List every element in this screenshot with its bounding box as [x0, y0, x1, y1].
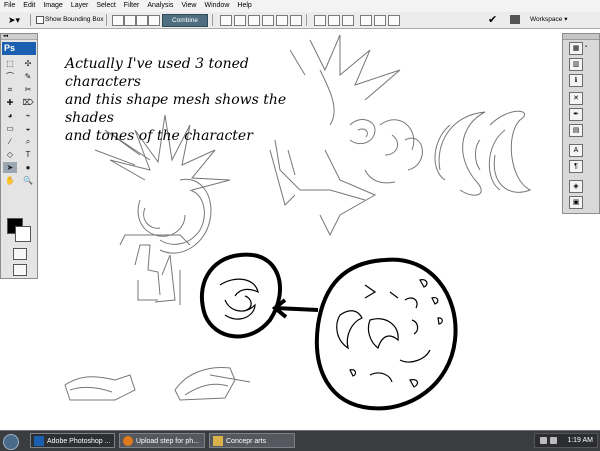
marquee-tool-icon[interactable]: ⬚ [3, 58, 17, 69]
slice-tool-icon[interactable]: ✂ [21, 84, 35, 95]
separator [306, 14, 307, 26]
annotation-line-1: Actually I've used 3 toned characters [65, 56, 249, 90]
system-tray: 1:19 AM [534, 433, 598, 448]
histogram-panel-icon[interactable]: ▥ [569, 58, 583, 71]
menu-image[interactable]: Image [39, 0, 66, 12]
channels-panel-icon[interactable]: ▣ [569, 196, 583, 209]
menu-file[interactable]: File [0, 0, 19, 12]
panel-grip[interactable]: ◂◂ [1, 34, 37, 40]
align-middle-icon[interactable] [234, 15, 246, 26]
show-bounding-box-label: Show Bounding Box [45, 16, 104, 23]
menu-layer[interactable]: Layer [67, 0, 93, 12]
background-color-swatch[interactable] [15, 226, 31, 242]
commit-check-icon[interactable]: ✔ [488, 12, 497, 28]
align-center-icon[interactable] [276, 15, 288, 26]
distribute-left-icon[interactable] [360, 15, 372, 26]
distribute-middle-icon[interactable] [328, 15, 340, 26]
brushes-panel-icon[interactable]: ✒ [569, 108, 583, 121]
menu-edit[interactable]: Edit [19, 0, 39, 12]
character-panel-icon[interactable]: A [569, 144, 583, 157]
clone-stamp-tool-icon[interactable]: ◕ [3, 110, 17, 121]
clone-source-panel-icon[interactable]: ▤ [569, 124, 583, 137]
gradient-tool-icon[interactable]: ◒ [21, 123, 35, 134]
folder-icon [213, 436, 223, 446]
tool-preset-icon[interactable]: ➤▾ [8, 14, 24, 26]
menu-help[interactable]: Help [233, 0, 255, 12]
menu-select[interactable]: Select [92, 0, 119, 12]
show-bounding-box-checkbox[interactable] [36, 16, 44, 24]
distribute-center-icon[interactable] [374, 15, 386, 26]
layers-panel-icon[interactable]: ◈ [569, 180, 583, 193]
distribute-bottom-icon[interactable] [342, 15, 354, 26]
taskbar-item-browser[interactable]: Upload step for ph... [119, 433, 205, 448]
workspace-icon[interactable] [510, 15, 520, 24]
dodge-tool-icon[interactable]: ⌕ [21, 136, 35, 147]
tool-grid: ⬚ ✣ ⌒ ✎ ⌗ ✂ ✚ ⌦ ◕ ⌁ ▭ ◒ ∕ ⌕ ◇ T ➤ ● ✋ 🔍 [1, 57, 37, 187]
photoshop-icon [34, 436, 44, 446]
paragraph-panel-icon[interactable]: ¶ [569, 160, 583, 173]
shape-mode-subtract-icon[interactable] [136, 15, 148, 26]
clock: 1:19 AM [567, 437, 593, 444]
shape-mode-intersect-icon[interactable] [148, 15, 160, 26]
history-brush-tool-icon[interactable]: ⌁ [21, 110, 35, 121]
zoom-tool-icon[interactable]: 🔍 [21, 175, 35, 186]
healing-brush-tool-icon[interactable]: ✚ [3, 97, 17, 108]
taskbar-item-folder[interactable]: Concepr arts [209, 433, 295, 448]
menu-analysis[interactable]: Analysis [143, 0, 177, 12]
panel-grip[interactable] [563, 34, 599, 40]
align-left-icon[interactable] [262, 15, 274, 26]
type-tool-icon[interactable]: T [21, 149, 35, 160]
taskbar-item-photoshop[interactable]: Adobe Photoshop ... [30, 433, 115, 448]
menu-filter[interactable]: Filter [120, 0, 144, 12]
lasso-tool-icon[interactable]: ⌒ [3, 71, 17, 82]
distribute-right-icon[interactable] [388, 15, 400, 26]
start-button[interactable] [3, 434, 19, 450]
menu-window[interactable]: Window [200, 0, 233, 12]
blur-tool-icon[interactable]: ∕ [3, 136, 17, 147]
hand-tool-icon[interactable]: ✋ [3, 175, 17, 186]
tools-panel-icon[interactable]: ✕ [569, 92, 583, 105]
crop-tool-icon[interactable]: ⌗ [3, 84, 17, 95]
separator [30, 14, 31, 26]
shape-mode-add-icon[interactable] [124, 15, 136, 26]
taskbar-item-label: Concepr arts [226, 438, 267, 445]
workspace-menu[interactable]: Workspace ▾ [530, 13, 567, 27]
annotation-line-3: and tones of the character [65, 128, 253, 144]
eraser-tool-icon[interactable]: ▭ [3, 123, 17, 134]
document-canvas[interactable]: Actually I've used 3 toned characters an… [40, 30, 560, 430]
separator [106, 14, 107, 26]
combine-button[interactable]: Combine [162, 14, 208, 27]
photoshop-logo: Ps [2, 42, 36, 55]
menu-view[interactable]: View [177, 0, 200, 12]
taskbar-item-label: Upload step for ph... [136, 438, 200, 445]
annotation-text: Actually I've used 3 toned characters an… [65, 55, 325, 145]
tray-icon[interactable] [540, 437, 547, 444]
align-top-icon[interactable] [220, 15, 232, 26]
move-tool-icon[interactable]: ✣ [21, 58, 35, 69]
brush-tool-icon[interactable]: ⌦ [21, 97, 35, 108]
align-right-icon[interactable] [290, 15, 302, 26]
distribute-top-icon[interactable] [314, 15, 326, 26]
panel-label-icon: ▪ [585, 44, 588, 50]
browser-icon [123, 436, 133, 446]
volume-icon[interactable] [550, 437, 557, 444]
ellipse-tool-icon[interactable]: ● [21, 162, 35, 173]
annotation-line-2: and this shape mesh shows the shades [65, 92, 287, 126]
highlight-circles [199, 252, 458, 411]
tools-panel: ◂◂ Ps ⬚ ✣ ⌒ ✎ ⌗ ✂ ✚ ⌦ ◕ ⌁ ▭ ◒ ∕ ⌕ ◇ T ➤ … [0, 33, 38, 279]
align-bottom-icon[interactable] [248, 15, 260, 26]
panel-dock: ▦ ▪ ▥ ℹ ✕ ✒ ▤ A ¶ ◈ ▣ [562, 33, 600, 214]
info-panel-icon[interactable]: ℹ [569, 74, 583, 87]
separator [212, 14, 213, 26]
pen-tool-icon[interactable]: ◇ [3, 149, 17, 160]
screen-mode-icon[interactable] [13, 264, 27, 276]
path-selection-tool-icon[interactable]: ➤ [3, 162, 17, 173]
quick-mask-icon[interactable] [13, 248, 27, 260]
options-bar: ➤▾ Show Bounding Box Combine ✔ Workspace… [0, 12, 600, 29]
taskbar: Adobe Photoshop ... Upload step for ph..… [0, 430, 600, 451]
navigator-panel-icon[interactable]: ▦ [569, 42, 583, 55]
magic-wand-tool-icon[interactable]: ✎ [21, 71, 35, 82]
taskbar-item-label: Adobe Photoshop ... [47, 438, 111, 445]
shape-mode-new-icon[interactable] [112, 15, 124, 26]
